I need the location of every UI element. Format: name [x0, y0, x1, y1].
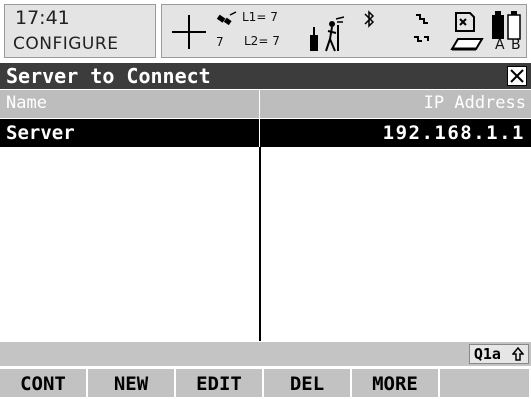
page-title: Server to Connect [6, 64, 211, 88]
memory-card-icon [450, 12, 484, 51]
more-softkey[interactable]: MORE [352, 369, 438, 397]
battery-b-label: B [511, 37, 521, 53]
table-row[interactable]: Server 192.168.1.1 [0, 119, 531, 147]
bluetooth-icon [364, 10, 375, 28]
table-header: Name IP Address [0, 90, 531, 118]
list-column-divider [259, 147, 261, 341]
close-icon [510, 69, 524, 83]
rover-radio-icon [310, 16, 345, 52]
title-bar: Server to Connect [0, 63, 531, 89]
new-softkey[interactable]: NEW [88, 369, 174, 397]
crosshair-icon [172, 15, 206, 49]
status-bar: 17:41 CONFIGURE 7 L1= 7 L2= 7 A B [0, 0, 531, 62]
mode-label: CONFIGURE [13, 34, 119, 54]
empty-softkey[interactable] [440, 369, 529, 397]
satellite-count: 7 [216, 35, 224, 49]
input-mode-indicator: Q1a [468, 344, 529, 364]
battery-a-label: A [495, 37, 505, 53]
time-mode-panel: 17:41 CONFIGURE [4, 4, 156, 58]
l2-count: L2= 7 [244, 34, 280, 48]
close-button[interactable] [507, 66, 527, 86]
shift-arrow-icon [511, 346, 525, 361]
clock-time: 17:41 [15, 7, 70, 29]
server-name-cell: Server [6, 122, 75, 144]
input-status-bar: Q1a [0, 342, 531, 366]
column-header-ip-address[interactable]: IP Address [424, 93, 526, 113]
status-icons-panel: 7 L1= 7 L2= 7 A B [161, 4, 527, 58]
column-header-name[interactable]: Name [6, 93, 47, 113]
edit-softkey[interactable]: EDIT [176, 369, 262, 397]
l1-count: L1= 7 [242, 10, 278, 24]
server-ip-cell: 192.168.1.1 [382, 122, 525, 144]
link-icon [414, 14, 429, 42]
satellite-icon [216, 11, 237, 26]
cont-softkey[interactable]: CONT [0, 369, 86, 397]
input-mode-text: Q1a [473, 345, 501, 363]
softkey-bar: CONT NEW EDIT DEL MORE [0, 369, 531, 397]
del-softkey[interactable]: DEL [264, 369, 350, 397]
row-divider [259, 119, 260, 147]
column-divider [259, 90, 260, 118]
